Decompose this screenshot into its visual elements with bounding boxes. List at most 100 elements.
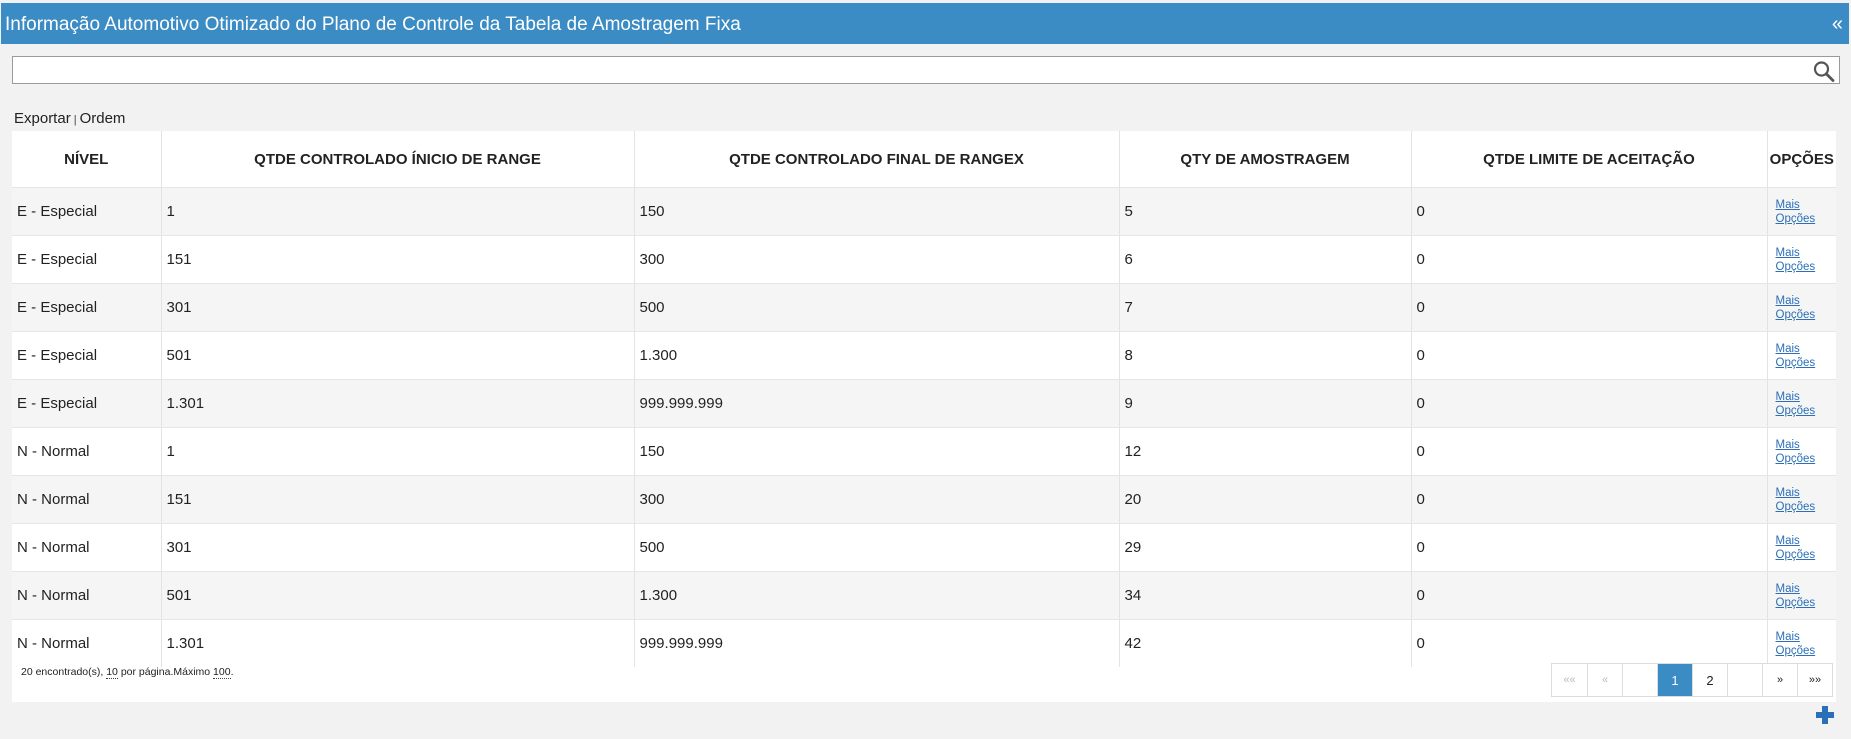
max-per-page-value[interactable]: 100 [213,666,231,679]
cell-inicio: 501 [160,331,634,380]
prev-page-button[interactable]: « [1587,664,1622,696]
first-page-button[interactable]: «« [1552,664,1587,696]
page-2-button[interactable]: 2 [1692,664,1727,696]
cell-final: 999.999.999 [633,619,1119,667]
table-row: E - Especial 501 1.300 8 0 Mais Opções [12,331,1836,380]
per-page-selector[interactable]: 10 [106,666,118,679]
table-row: N - Normal 501 1.300 34 0 Mais Opções [12,571,1836,620]
column-header-opcoes: OPÇÕES [1766,131,1836,188]
cell-options: Mais Opções [1766,619,1836,667]
more-options-link[interactable]: Mais Opções [1776,247,1816,273]
collapse-icon[interactable]: « [1832,13,1843,35]
cell-options: Mais Opções [1766,427,1836,476]
cell-inicio: 151 [160,235,634,284]
results-summary: 20 encontrado(s), 10 por página.Máximo 1… [21,666,234,679]
export-link[interactable]: Exportar [14,110,71,127]
more-options-link[interactable]: Mais Opções [1776,487,1816,513]
cell-final: 999.999.999 [633,379,1119,428]
cell-amostragem: 7 [1118,283,1411,332]
actions-separator: | [73,114,77,126]
next-page-button[interactable]: » [1762,664,1797,696]
more-options-link[interactable]: Mais Opções [1776,295,1816,321]
cell-nivel: N - Normal [12,427,161,476]
cell-amostragem: 42 [1118,619,1411,667]
cell-nivel: N - Normal [12,523,161,572]
cell-nivel: E - Especial [12,187,161,236]
cell-final: 500 [633,523,1119,572]
cell-final: 1.300 [633,331,1119,380]
cell-amostragem: 9 [1118,379,1411,428]
table-row: N - Normal 301 500 29 0 Mais Opções [12,523,1836,572]
more-options-link[interactable]: Mais Opções [1776,343,1816,369]
more-options-link[interactable]: Mais Opções [1776,199,1816,225]
cell-nivel: N - Normal [12,571,161,620]
cell-inicio: 151 [160,475,634,524]
cell-amostragem: 6 [1118,235,1411,284]
cell-options: Mais Opções [1766,571,1836,620]
page-frame: Informação Automotivo Otimizado do Plano… [0,0,1851,739]
cell-amostragem: 29 [1118,523,1411,572]
cell-final: 1.300 [633,571,1119,620]
table-row: N - Normal 1.301 999.999.999 42 0 Mais Op… [12,619,1836,667]
page-header: Informação Automotivo Otimizado do Plano… [1,3,1849,44]
cell-nivel: E - Especial [12,379,161,428]
more-options-link[interactable]: Mais Opções [1776,535,1816,561]
pagination-spacer [1727,664,1762,696]
cell-options: Mais Opções [1766,235,1836,284]
column-header-inicio[interactable]: QTDE CONTROLADO ÍNICIO DE RANGE [160,131,634,188]
page-title: Informação Automotivo Otimizado do Plano… [5,14,741,35]
search-bar [12,56,1840,84]
cell-limite: 0 [1410,235,1767,284]
cell-nivel: E - Especial [12,235,161,284]
pagination: «« « 1 2 » »» [1551,663,1833,697]
plus-icon[interactable] [1814,704,1836,726]
table-row: N - Normal 1 150 12 0 Mais Opções [12,427,1836,476]
cell-inicio: 301 [160,523,634,572]
column-header-limite[interactable]: QTDE LIMITE DE ACEITAÇÃO [1410,131,1767,188]
column-header-nivel[interactable]: NÍVEL [12,131,161,188]
cell-amostragem: 12 [1118,427,1411,476]
table-actions: Exportar | Ordem [14,110,125,129]
data-table: NÍVEL QTDE CONTROLADO ÍNICIO DE RANGE QT… [12,131,1836,667]
cell-options: Mais Opções [1766,475,1836,524]
cell-final: 150 [633,187,1119,236]
more-options-link[interactable]: Mais Opções [1776,439,1816,465]
search-input[interactable] [13,57,1815,83]
more-options-link[interactable]: Mais Opções [1776,583,1816,609]
column-header-final[interactable]: QTDE CONTROLADO FINAL DE RANGEX [633,131,1119,188]
more-options-link[interactable]: Mais Opções [1776,391,1816,417]
pagination-spacer [1622,664,1657,696]
cell-limite: 0 [1410,571,1767,620]
cell-limite: 0 [1410,379,1767,428]
cell-amostragem: 34 [1118,571,1411,620]
cell-inicio: 301 [160,283,634,332]
more-options-link[interactable]: Mais Opções [1776,631,1816,657]
column-header-amostragem[interactable]: QTY DE AMOSTRAGEM [1118,131,1411,188]
cell-nivel: N - Normal [12,619,161,667]
cell-inicio: 1 [160,427,634,476]
table-row: E - Especial 1 150 5 0 Mais Opções [12,187,1836,236]
table-header-row: NÍVEL QTDE CONTROLADO ÍNICIO DE RANGE QT… [12,131,1836,188]
order-link[interactable]: Ordem [80,110,126,127]
cell-options: Mais Opções [1766,331,1836,380]
cell-inicio: 1.301 [160,619,634,667]
cell-limite: 0 [1410,523,1767,572]
page-1-button[interactable]: 1 [1657,664,1692,696]
cell-nivel: N - Normal [12,475,161,524]
cell-inicio: 501 [160,571,634,620]
cell-final: 500 [633,283,1119,332]
cell-amostragem: 5 [1118,187,1411,236]
cell-options: Mais Opções [1766,523,1836,572]
cell-nivel: E - Especial [12,331,161,380]
cell-limite: 0 [1410,475,1767,524]
cell-amostragem: 8 [1118,331,1411,380]
search-icon[interactable] [1812,60,1836,82]
last-page-button[interactable]: »» [1797,664,1832,696]
cell-final: 300 [633,475,1119,524]
cell-limite: 0 [1410,427,1767,476]
table-card: NÍVEL QTDE CONTROLADO ÍNICIO DE RANGE QT… [12,131,1836,702]
table-row: E - Especial 151 300 6 0 Mais Opções [12,235,1836,284]
cell-nivel: E - Especial [12,283,161,332]
cell-inicio: 1.301 [160,379,634,428]
cell-limite: 0 [1410,331,1767,380]
